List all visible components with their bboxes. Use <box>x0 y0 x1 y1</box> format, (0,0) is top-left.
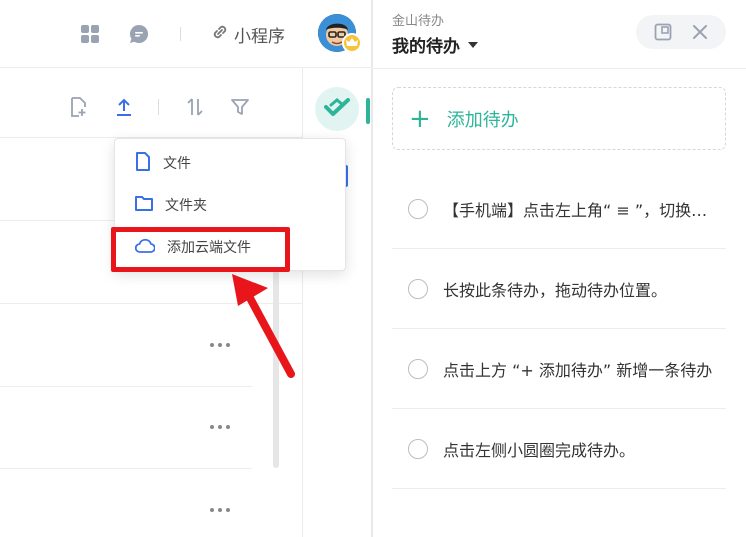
link-icon <box>210 22 230 46</box>
menu-item-folder[interactable]: 文件夹 <box>115 185 345 225</box>
row-separator <box>0 468 252 469</box>
todo-app-icon[interactable] <box>315 87 359 131</box>
top-bar: 小程序 <box>0 0 372 68</box>
new-file-icon[interactable] <box>67 96 89 118</box>
annotation-arrow-icon <box>232 274 295 378</box>
todo-list-title: 我的待办 <box>392 37 460 57</box>
mini-program-label: 小程序 <box>234 26 285 47</box>
add-todo-label: 添加待办 <box>446 109 519 131</box>
menu-item-label: 文件夹 <box>165 198 207 214</box>
todo-panel: 金山待办 我的待办 + 添加待办 【手机端】点击左上角“ ≡ ”，切换待办清单 … <box>372 0 746 537</box>
menu-item-label: 添加云端文件 <box>167 240 251 256</box>
mini-program-button[interactable]: 小程序 <box>210 20 285 48</box>
cloud-icon <box>134 238 156 257</box>
todo-item[interactable]: 点击左侧小圆圈完成待办。 <box>392 409 726 489</box>
menu-item-label: 文件 <box>163 156 191 172</box>
todo-list-selector[interactable]: 我的待办 <box>392 32 478 57</box>
complete-checkbox[interactable] <box>408 278 428 299</box>
todo-text: 点击上方 “+ 添加待办” 新增一条待办 <box>443 360 713 380</box>
add-todo-button[interactable]: + 添加待办 <box>392 87 726 150</box>
window-controls <box>636 15 726 49</box>
row-separator <box>0 386 252 387</box>
header-divider <box>372 68 746 69</box>
popout-icon[interactable] <box>652 21 674 43</box>
panel-border <box>372 0 373 537</box>
plus-icon: + <box>409 103 431 134</box>
folder-icon <box>135 195 153 215</box>
new-menu-dropdown: 文件 文件夹 添加云端文件 <box>114 138 346 271</box>
more-options-icon[interactable] <box>210 506 230 514</box>
todo-item[interactable]: 【手机端】点击左上角“ ≡ ”，切换待办清单 <box>392 169 726 249</box>
todo-item[interactable]: 长按此条待办，拖动待办位置。 <box>392 249 726 329</box>
vip-crown-icon <box>342 33 362 53</box>
todo-text: 长按此条待办，拖动待办位置。 <box>443 280 668 300</box>
menu-item-file[interactable]: 文件 <box>115 143 345 183</box>
app-name: 金山待办 <box>392 14 445 29</box>
file-icon <box>135 151 151 175</box>
todo-item[interactable]: 点击上方 “+ 添加待办” 新增一条待办 <box>392 329 726 409</box>
app-window: 小程序 文件 文件夹 添加云端文件 金山待办 我的待办 + 添加待办 【手机端】… <box>0 0 746 537</box>
complete-checkbox[interactable] <box>408 198 428 219</box>
filter-icon[interactable] <box>229 96 251 118</box>
upload-icon[interactable] <box>113 96 135 118</box>
complete-checkbox[interactable] <box>408 438 428 459</box>
close-icon[interactable] <box>689 21 711 43</box>
active-app-marker <box>366 98 370 124</box>
file-toolbar <box>0 68 302 138</box>
more-options-icon[interactable] <box>210 423 230 431</box>
caret-down-icon <box>468 41 478 48</box>
chat-bubble-icon[interactable] <box>128 23 150 45</box>
toolbar-separator <box>158 99 159 115</box>
toolbar-divider <box>180 27 181 41</box>
todo-text: 点击左侧小圆圈完成待办。 <box>443 440 636 460</box>
menu-item-add-cloud-file[interactable]: 添加云端文件 <box>115 227 345 267</box>
todo-text: 【手机端】点击左上角“ ≡ ”，切换待办清单 <box>443 200 718 220</box>
sort-icon[interactable] <box>184 96 206 118</box>
apps-grid-icon[interactable] <box>79 23 101 45</box>
complete-checkbox[interactable] <box>408 358 428 379</box>
